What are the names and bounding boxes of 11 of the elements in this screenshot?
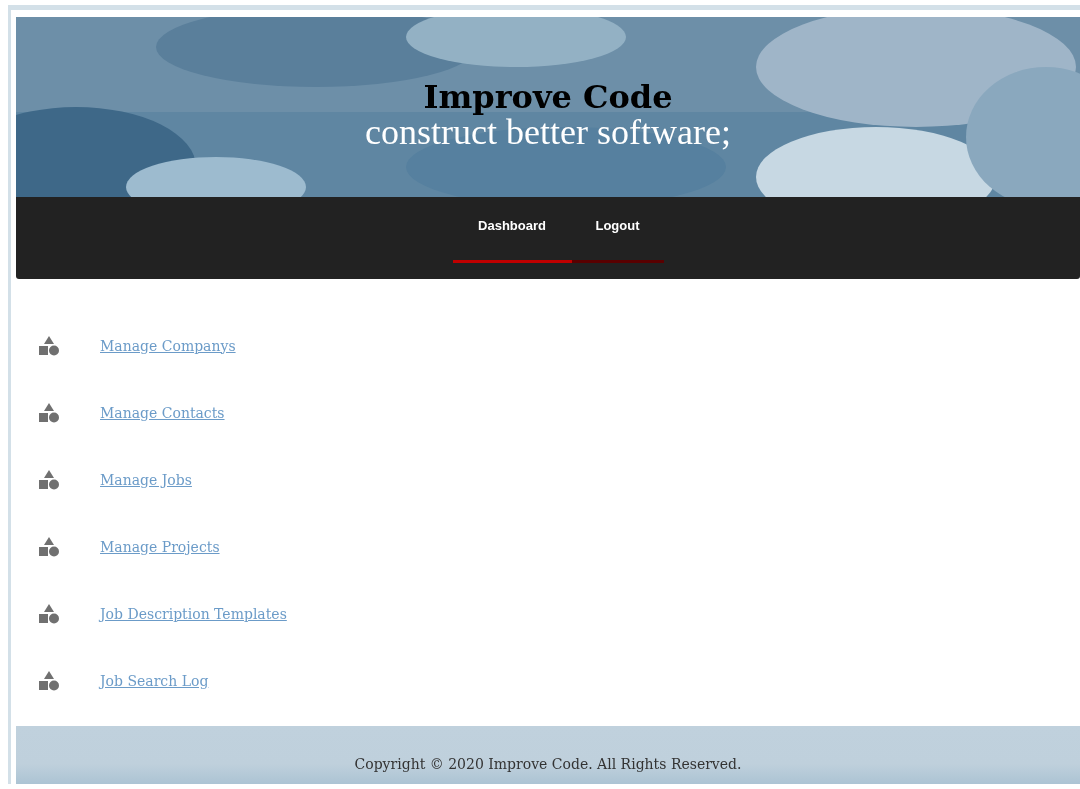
site-title: Improve Code (423, 80, 673, 114)
menu-link[interactable]: Manage Projects (100, 538, 220, 555)
site-tagline: construct better software; (365, 114, 731, 150)
menu-link[interactable]: Manage Jobs (100, 471, 192, 488)
nav-tab[interactable]: Dashboard (452, 197, 572, 263)
copyright-text: Copyright © 2020 Improve Code. All Rights Reserved. (354, 756, 742, 772)
menu-link[interactable]: Job Description Templates (100, 605, 287, 622)
menu-link[interactable]: Manage Companys (100, 337, 236, 354)
nav-tab[interactable]: Logout (571, 197, 664, 263)
menu-link[interactable]: Manage Contacts (100, 404, 225, 421)
menu-link[interactable]: Job Search Log (100, 672, 209, 689)
